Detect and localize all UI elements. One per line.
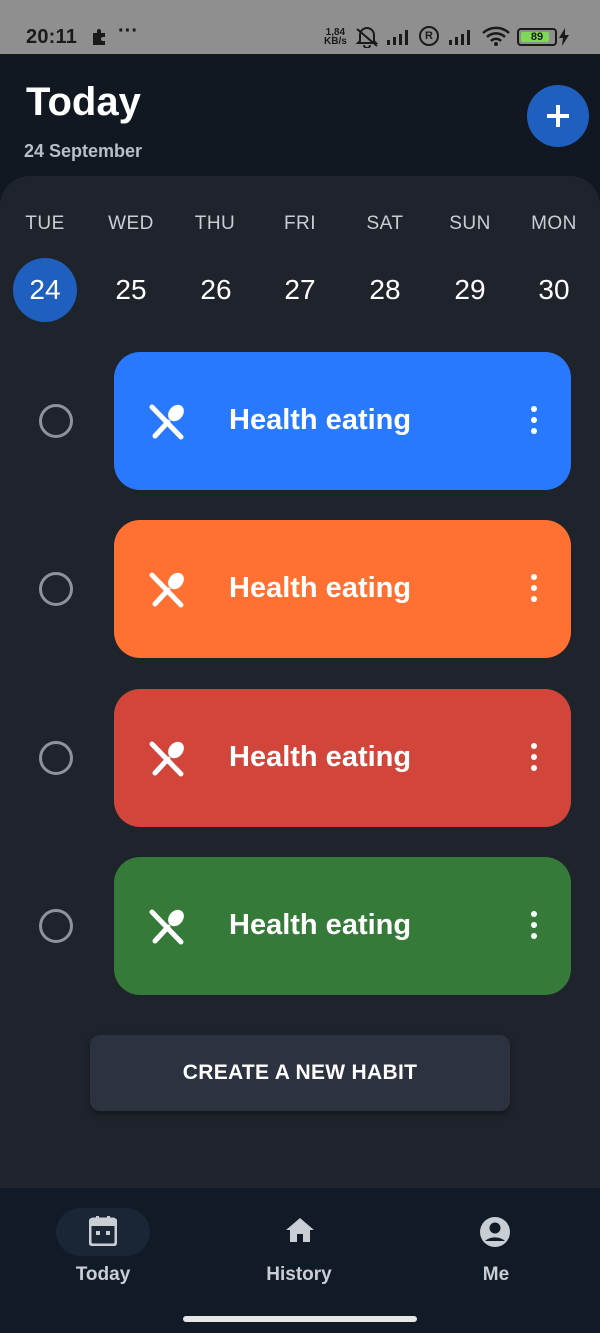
signal-icon bbox=[447, 28, 475, 51]
charging-icon bbox=[558, 28, 570, 51]
day-name: WED bbox=[108, 213, 154, 234]
status-bar: 20:11 ··· 1,84 KB/s R 89 bbox=[0, 0, 600, 54]
utensils-icon bbox=[148, 570, 188, 615]
more-vert-icon[interactable] bbox=[524, 406, 544, 436]
more-vert-icon[interactable] bbox=[524, 574, 544, 604]
more-vert-icon[interactable] bbox=[524, 743, 544, 773]
habit-checkbox[interactable] bbox=[39, 404, 73, 438]
status-time: 20:11 bbox=[26, 26, 78, 48]
network-speed-unit: KB/s bbox=[324, 36, 347, 47]
utensils-icon bbox=[148, 402, 188, 447]
home-icon bbox=[285, 1216, 315, 1249]
home-indicator[interactable] bbox=[183, 1316, 417, 1322]
habit-row: Health eating bbox=[0, 689, 600, 827]
week-day-numbers: 24 25 26 27 28 29 30 bbox=[0, 258, 600, 324]
more-icon: ··· bbox=[118, 20, 138, 42]
habit-card[interactable]: Health eating bbox=[114, 689, 571, 827]
habit-checkbox[interactable] bbox=[39, 909, 73, 943]
day-number[interactable]: 28 bbox=[353, 258, 417, 322]
day-name: THU bbox=[194, 213, 236, 234]
utensils-icon bbox=[148, 739, 188, 784]
habit-label: Health eating bbox=[229, 572, 412, 604]
plus-icon bbox=[547, 105, 569, 127]
utensils-icon bbox=[148, 907, 188, 952]
battery-icon: 89 bbox=[517, 28, 557, 46]
habit-row: Health eating bbox=[0, 857, 600, 995]
habit-card[interactable]: Health eating bbox=[114, 857, 571, 995]
bottom-nav: Today History Me bbox=[0, 1188, 600, 1333]
day-name: FRI bbox=[283, 213, 317, 234]
day-number[interactable]: 27 bbox=[268, 258, 332, 322]
day-name: SUN bbox=[449, 213, 491, 234]
wifi-icon bbox=[481, 24, 511, 53]
nav-label: Today bbox=[75, 1264, 131, 1285]
network-speed: 1,84 KB/s bbox=[324, 28, 347, 47]
page-title: Today bbox=[26, 80, 141, 124]
habit-card[interactable]: Health eating bbox=[114, 520, 571, 658]
day-number[interactable]: 30 bbox=[522, 258, 586, 322]
day-name: TUE bbox=[25, 213, 65, 234]
day-24-selected[interactable]: 24 bbox=[13, 258, 77, 322]
habit-checkbox[interactable] bbox=[39, 572, 73, 606]
nav-item-history[interactable]: History bbox=[224, 1188, 374, 1298]
habit-row: Health eating bbox=[0, 352, 600, 490]
habit-label: Health eating bbox=[229, 404, 412, 436]
page-date: 24 September bbox=[24, 141, 143, 161]
nav-item-me[interactable]: Me bbox=[421, 1188, 571, 1298]
day-name: SAT bbox=[366, 213, 404, 234]
roaming-icon: R bbox=[419, 26, 439, 46]
habit-label: Health eating bbox=[229, 909, 412, 941]
day-name: MON bbox=[531, 213, 577, 234]
create-habit-button[interactable]: CREATE A NEW HABIT bbox=[90, 1035, 510, 1111]
add-habit-button[interactable] bbox=[527, 85, 589, 147]
day-number[interactable]: 29 bbox=[438, 258, 502, 322]
nav-label: History bbox=[266, 1264, 332, 1285]
mute-icon bbox=[354, 26, 380, 53]
habit-checkbox[interactable] bbox=[39, 741, 73, 775]
nav-item-today[interactable]: Today bbox=[28, 1188, 178, 1298]
more-vert-icon[interactable] bbox=[524, 911, 544, 941]
calendar-icon bbox=[88, 1216, 118, 1251]
puzzle-icon bbox=[90, 27, 110, 52]
week-day-names: TUE WED THU FRI SAT SUN MON bbox=[0, 213, 600, 241]
account-icon bbox=[479, 1216, 511, 1253]
habit-row: Health eating bbox=[0, 520, 600, 658]
day-number[interactable]: 25 bbox=[99, 258, 163, 322]
battery-level: 89 bbox=[530, 31, 544, 43]
day-number[interactable]: 26 bbox=[184, 258, 248, 322]
nav-label: Me bbox=[482, 1264, 510, 1285]
habit-label: Health eating bbox=[229, 741, 412, 773]
habit-card[interactable]: Health eating bbox=[114, 352, 571, 490]
signal-icon bbox=[385, 28, 413, 51]
